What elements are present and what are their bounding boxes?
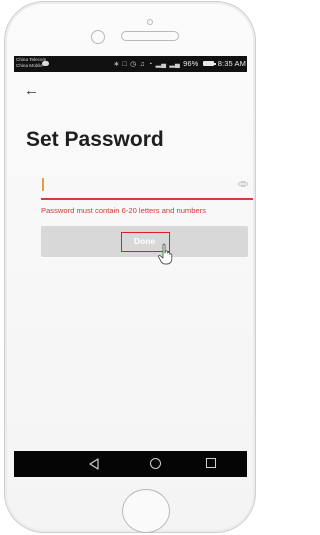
password-input[interactable]: [41, 175, 253, 199]
android-nav-bar: [14, 451, 247, 477]
earpiece-speaker: [121, 31, 179, 41]
input-underline: [41, 198, 253, 200]
status-time: 8:35 AM: [217, 59, 246, 68]
error-message: Password must contain 6-20 letters and n…: [41, 206, 207, 215]
signal-2-icon: ▂▄: [169, 61, 180, 68]
status-icons: ∗ □ ◷ ♫ ◔ ▂▄ ▂▄ 96% 8:35 AM: [113, 59, 246, 68]
physical-home-button[interactable]: [122, 489, 170, 533]
page-title: Set Password: [26, 128, 164, 151]
eye-icon[interactable]: [237, 180, 249, 188]
wifi-icon: ◔: [148, 61, 153, 68]
proximity-sensor: [147, 19, 153, 25]
status-bar: China Telecom China Mobile ∗ □ ◷ ♫ ◔ ▂▄ …: [14, 56, 247, 72]
back-arrow-icon[interactable]: ←: [24, 82, 39, 99]
bluetooth-icon: ∗: [113, 61, 120, 68]
nav-recents-icon[interactable]: [206, 458, 216, 468]
nav-home-icon[interactable]: [150, 458, 161, 469]
nfc-icon: □: [122, 61, 127, 68]
vibrate-icon: ♫: [139, 61, 145, 68]
signal-icon: ▂▄: [155, 61, 167, 68]
chat-notification-icon: [42, 61, 49, 66]
hand-pointer-icon: [158, 243, 173, 265]
text-caret: [42, 178, 44, 191]
battery-percent: 96%: [183, 59, 199, 68]
alarm-icon: ◷: [130, 61, 137, 68]
nav-back-icon[interactable]: [88, 458, 100, 470]
battery-icon: [202, 61, 216, 67]
screen: China Telecom China Mobile ∗ □ ◷ ♫ ◔ ▂▄ …: [14, 56, 247, 477]
front-camera: [91, 30, 105, 44]
